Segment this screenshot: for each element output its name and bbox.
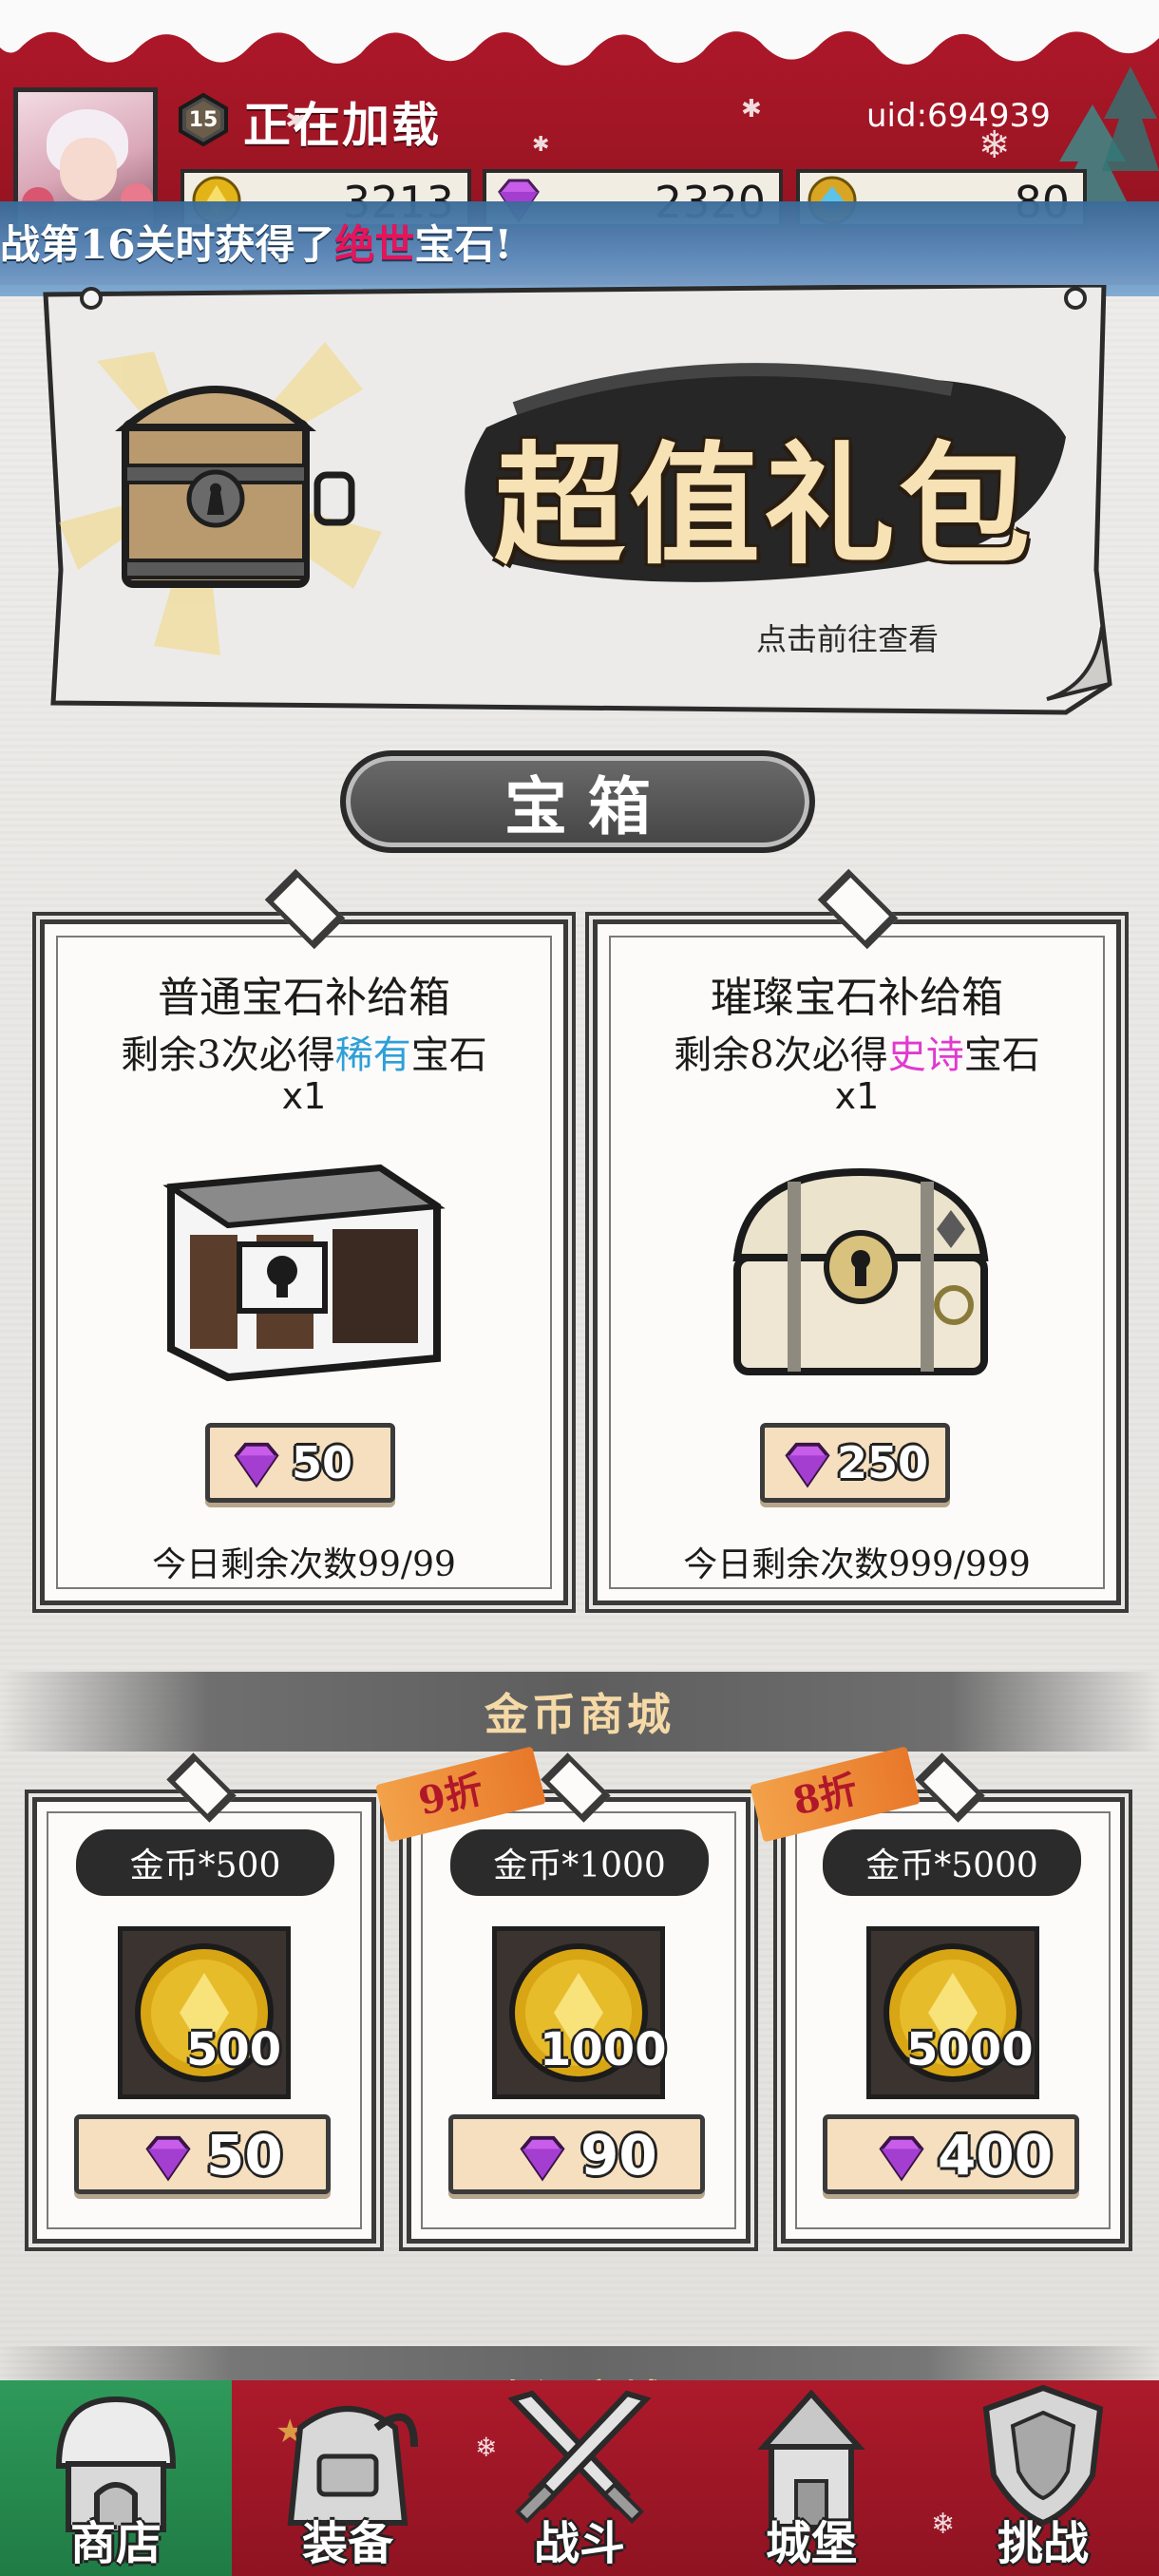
nav-label-challenge: 挑战 xyxy=(997,2517,1089,2570)
player-uid: uid:694939 xyxy=(866,97,1051,135)
gold-pack-1000-buy-button[interactable]: 90 xyxy=(448,2114,705,2194)
gold-pack-500-price: 50 xyxy=(206,2123,283,2188)
player-name: 正在加载 xyxy=(243,97,441,153)
common-chest-guarantee: 剩余3次必得稀有宝石 xyxy=(40,1024,568,1079)
nav-label-castle: 城堡 xyxy=(765,2517,857,2570)
brilliant-chest-quantity: x1 xyxy=(834,1075,880,1117)
gold-pack-1000-price: 90 xyxy=(580,2123,657,2188)
nav-tab-equipment[interactable]: 装备 xyxy=(232,2365,464,2576)
common-chest-buy-button[interactable]: 50 xyxy=(205,1423,395,1503)
nav-tab-castle[interactable]: 城堡 xyxy=(695,2365,927,2576)
gold-pack-5000-buy-button[interactable]: 400 xyxy=(823,2114,1079,2194)
guarantee-suffix: 宝石 xyxy=(410,1033,487,1077)
purple-gem-icon xyxy=(879,2135,924,2182)
ticker-highlight: 绝世 xyxy=(334,221,415,268)
snowflake-icon: ✱ xyxy=(532,133,550,157)
brilliant-chest-guarantee: 剩余8次必得史诗宝石 xyxy=(593,1024,1121,1079)
gold-pack-500-buy-button[interactable]: 50 xyxy=(74,2114,331,2194)
nav-tab-shop[interactable]: 商店 xyxy=(0,2380,232,2576)
nav-tab-battle[interactable]: 战斗 xyxy=(464,2365,695,2576)
common-chest-price: 50 xyxy=(292,1437,353,1488)
brilliant-chest-title: 璀璨宝石补给箱 xyxy=(711,974,1003,1022)
player-level: 15 xyxy=(188,107,218,132)
chest-section-title: 宝箱 xyxy=(504,769,672,843)
gold-pack-5000-label: 金币*5000 xyxy=(865,1847,1038,1885)
gold-pack-1000-label: 金币*1000 xyxy=(493,1847,666,1885)
guarantee-prefix: 剩余3次必得 xyxy=(121,1033,335,1077)
common-chest-daily-remaining: 今日剩余次数99/99 xyxy=(152,1545,456,1584)
guarantee-prefix: 剩余8次必得 xyxy=(674,1033,888,1077)
gold-pack-5000-amount: 5000 xyxy=(906,2023,1034,2076)
snowflake-icon: ✱ xyxy=(741,95,762,123)
brilliant-chest-daily-remaining: 今日剩余次数999/999 xyxy=(683,1545,1031,1584)
banner-title: 超值礼包 xyxy=(494,427,1035,582)
purple-gem-icon xyxy=(520,2135,565,2182)
snow-drift-decoration xyxy=(0,0,1159,66)
common-chest-quantity: x1 xyxy=(281,1075,327,1117)
purple-gem-icon xyxy=(145,2135,191,2182)
gold-shop-title: 金币商城 xyxy=(484,1689,674,1740)
nav-label-battle: 战斗 xyxy=(533,2517,625,2570)
pine-tree-icon xyxy=(1102,66,1159,171)
purple-gem-icon xyxy=(785,1442,830,1488)
nav-label-equipment: 装备 xyxy=(301,2517,393,2570)
rarity-epic-label: 史诗 xyxy=(887,1033,964,1077)
ticker-prefix: 战第16关时获得了 xyxy=(0,221,335,268)
common-chest-icon xyxy=(162,1164,446,1382)
rarity-rare-label: 稀有 xyxy=(334,1033,411,1077)
nav-label-shop: 商店 xyxy=(69,2517,162,2570)
gold-pack-500-amount: 500 xyxy=(186,2023,282,2076)
avatar-face xyxy=(60,138,117,200)
banner-view-link[interactable]: 点击前往查看 xyxy=(756,616,939,659)
brilliant-chest-icon xyxy=(732,1167,989,1375)
ticker-message: 战第16关时获得了绝世宝石! xyxy=(0,213,512,271)
ticker-suffix: 宝石! xyxy=(414,221,512,268)
gold-pack-1000-amount: 1000 xyxy=(540,2023,667,2076)
brilliant-chest-buy-button[interactable]: 250 xyxy=(760,1423,950,1503)
gold-pack-5000-price: 400 xyxy=(938,2123,1054,2188)
brilliant-chest-price: 250 xyxy=(837,1437,929,1488)
nav-tab-challenge[interactable]: 挑战 xyxy=(927,2365,1159,2576)
purple-gem-icon xyxy=(234,1442,279,1488)
guarantee-suffix: 宝石 xyxy=(963,1033,1040,1077)
common-chest-title: 普通宝石补给箱 xyxy=(158,974,450,1022)
gold-pack-500-label: 金币*500 xyxy=(129,1847,281,1885)
